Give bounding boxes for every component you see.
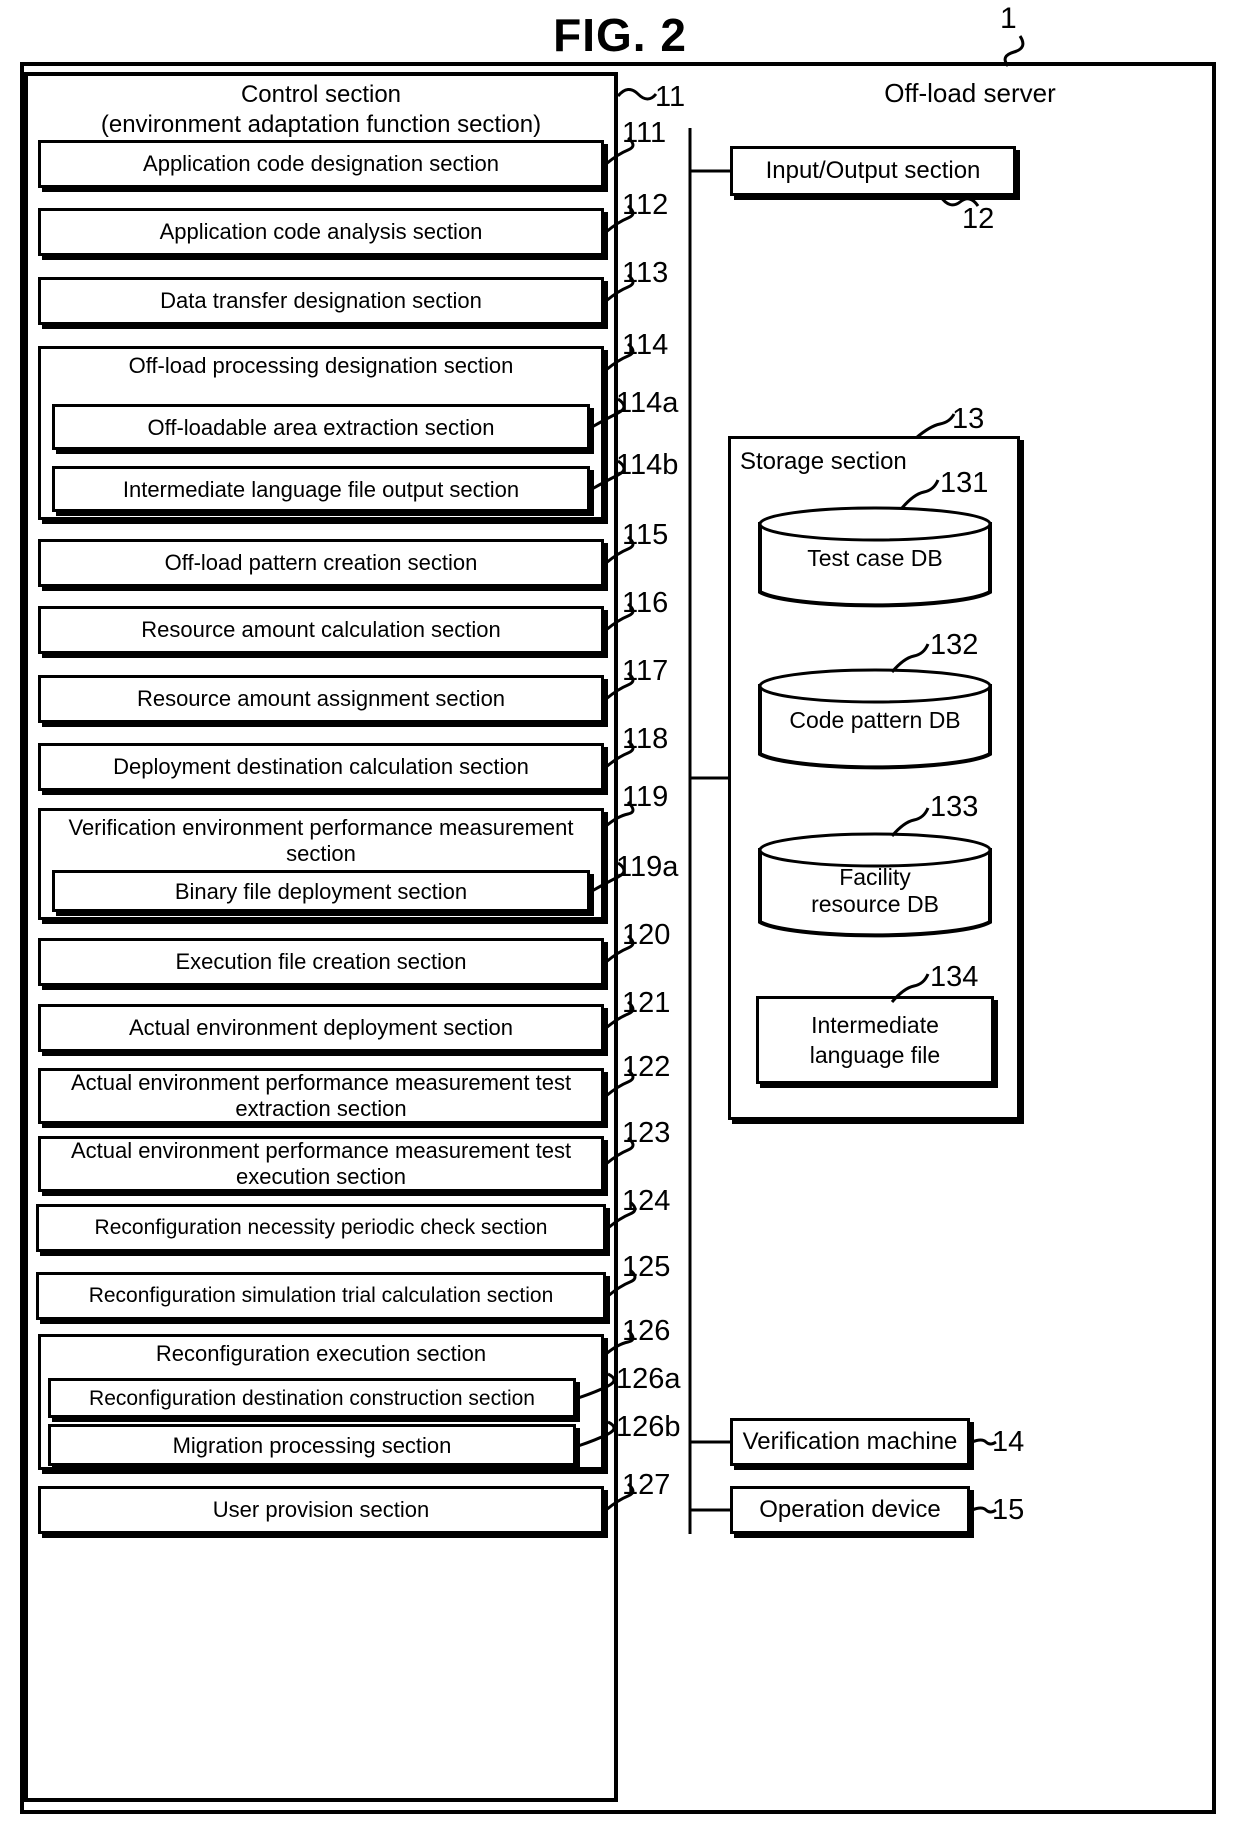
module-intermediate-language-file-output[interactable]: Intermediate language file output sectio… bbox=[52, 466, 590, 512]
verification-machine-box[interactable]: Verification machine bbox=[730, 1418, 970, 1466]
ref-number-1: 1 bbox=[1000, 2, 1017, 35]
control-section-title-line1: Control section bbox=[240, 81, 402, 108]
ref-number-133: 133 bbox=[930, 791, 979, 823]
module-label: Off-loadable area extraction section bbox=[147, 414, 495, 440]
ref-number-120: 120 bbox=[622, 919, 671, 951]
ref-number-13: 13 bbox=[952, 403, 985, 435]
module-application-code-designation[interactable]: Application code designation section bbox=[38, 140, 604, 188]
control-section-title: Control section (environment adaptation … bbox=[28, 80, 614, 140]
module-label: Resource amount assignment section bbox=[136, 686, 506, 711]
ref-number-114: 114 bbox=[622, 329, 669, 361]
ref-number-118: 118 bbox=[622, 723, 669, 755]
ref-number-126b: 126b bbox=[616, 1411, 681, 1443]
input-output-section-label: Input/Output section bbox=[765, 157, 981, 184]
db-test-case[interactable]: Test case DB bbox=[756, 504, 994, 612]
module-data-transfer-designation[interactable]: Data transfer designation section bbox=[38, 277, 604, 325]
db-label: Facility resource DB bbox=[811, 864, 939, 917]
module-migration-processing[interactable]: Migration processing section bbox=[48, 1424, 576, 1466]
module-resource-amount-calculation[interactable]: Resource amount calculation section bbox=[38, 606, 604, 654]
ref-number-126a: 126a bbox=[616, 1363, 681, 1395]
module-application-code-analysis[interactable]: Application code analysis section bbox=[38, 208, 604, 256]
module-label: Off-load pattern creation section bbox=[164, 550, 478, 575]
db-label: Test case DB bbox=[807, 544, 943, 571]
ref-number-111: 111 bbox=[622, 117, 667, 149]
db-facility-resource[interactable]: Facility resource DB bbox=[756, 830, 994, 942]
ref-number-12: 12 bbox=[962, 203, 995, 235]
db-label: Code pattern DB bbox=[789, 706, 961, 733]
module-off-load-pattern-creation[interactable]: Off-load pattern creation section bbox=[38, 539, 604, 587]
figure-title: FIG. 2 bbox=[553, 9, 687, 61]
module-label: Data transfer designation section bbox=[160, 288, 482, 313]
operation-device-label: Operation device bbox=[759, 1496, 941, 1523]
module-label: Off-load processing designation section bbox=[128, 353, 514, 378]
ref-number-123: 123 bbox=[622, 1117, 671, 1149]
module-reconfiguration-simulation-trial-calculation[interactable]: Reconfiguration simulation trial calcula… bbox=[36, 1272, 606, 1320]
module-reconfiguration-destination-construction[interactable]: Reconfiguration destination construction… bbox=[48, 1378, 576, 1418]
module-deployment-destination-calculation[interactable]: Deployment destination calculation secti… bbox=[38, 743, 604, 791]
ref-number-14: 14 bbox=[992, 1426, 1025, 1458]
module-label: Reconfiguration destination construction… bbox=[89, 1386, 535, 1410]
module-label: Execution file creation section bbox=[175, 949, 467, 974]
module-label: Verification environment performance mea… bbox=[68, 815, 574, 866]
module-resource-amount-assignment[interactable]: Resource amount assignment section bbox=[38, 675, 604, 723]
ref-number-11: 11 bbox=[655, 81, 686, 113]
ref-number-115: 115 bbox=[622, 519, 669, 551]
module-execution-file-creation[interactable]: Execution file creation section bbox=[38, 938, 604, 986]
module-label: Application code designation section bbox=[143, 151, 499, 176]
ref-number-114a: 114a bbox=[616, 387, 679, 419]
storage-section-title: Storage section bbox=[740, 448, 907, 475]
module-label: Reconfiguration execution section bbox=[155, 1341, 487, 1366]
module-user-provision[interactable]: User provision section bbox=[38, 1486, 604, 1534]
file-label: Intermediate language file bbox=[809, 1012, 941, 1068]
ref-number-112: 112 bbox=[622, 189, 669, 221]
ref-number-124: 124 bbox=[622, 1185, 671, 1217]
ref-number-117: 117 bbox=[622, 655, 669, 687]
ref-number-119a: 119a bbox=[616, 851, 679, 883]
ref-number-127: 127 bbox=[622, 1469, 671, 1501]
module-label: Binary file deployment section bbox=[174, 878, 468, 904]
module-label: Reconfiguration simulation trial calcula… bbox=[88, 1284, 554, 1307]
ref-number-119: 119 bbox=[622, 781, 669, 813]
verification-machine-label: Verification machine bbox=[742, 1428, 958, 1455]
module-label: Migration processing section bbox=[172, 1432, 452, 1458]
control-section-title-line2: (environment adaptation function section… bbox=[100, 111, 542, 138]
module-label: Resource amount calculation section bbox=[141, 617, 501, 642]
off-load-server-label: Off-load server bbox=[884, 78, 1056, 108]
module-label: Reconfiguration necessity periodic check… bbox=[94, 1216, 548, 1239]
ref-number-116: 116 bbox=[622, 587, 669, 619]
module-label: Application code analysis section bbox=[159, 219, 483, 244]
input-output-section-box[interactable]: Input/Output section bbox=[730, 146, 1016, 196]
ref-number-125: 125 bbox=[622, 1251, 671, 1283]
operation-device-box[interactable]: Operation device bbox=[730, 1486, 970, 1534]
file-intermediate-language[interactable]: Intermediate language file bbox=[756, 996, 994, 1084]
module-label: Deployment destination calculation secti… bbox=[113, 754, 529, 779]
ref-number-126: 126 bbox=[622, 1315, 671, 1347]
module-off-loadable-area-extraction[interactable]: Off-loadable area extraction section bbox=[52, 404, 590, 450]
db-code-pattern[interactable]: Code pattern DB bbox=[756, 666, 994, 774]
ref-number-134: 134 bbox=[930, 961, 979, 993]
module-actual-environment-deployment[interactable]: Actual environment deployment section bbox=[38, 1004, 604, 1052]
module-label: Actual environment performance measureme… bbox=[70, 1138, 572, 1189]
ref-number-131: 131 bbox=[940, 467, 989, 499]
ref-number-113: 113 bbox=[622, 257, 669, 289]
module-actual-environment-performance-measurement-test-extraction[interactable]: Actual environment performance measureme… bbox=[38, 1068, 604, 1124]
module-actual-environment-performance-measurement-test-execution[interactable]: Actual environment performance measureme… bbox=[38, 1136, 604, 1192]
module-label: Actual environment deployment section bbox=[129, 1015, 513, 1040]
ref-number-121: 121 bbox=[622, 987, 671, 1019]
module-label: User provision section bbox=[212, 1497, 430, 1522]
module-reconfiguration-necessity-periodic-check[interactable]: Reconfiguration necessity periodic check… bbox=[36, 1204, 606, 1252]
ref-number-15: 15 bbox=[992, 1494, 1025, 1526]
module-label: Actual environment performance measureme… bbox=[70, 1070, 572, 1121]
ref-number-122: 122 bbox=[622, 1051, 671, 1083]
module-label: Intermediate language file output sectio… bbox=[122, 476, 520, 502]
control-section-box bbox=[24, 72, 618, 1802]
module-binary-file-deployment[interactable]: Binary file deployment section bbox=[52, 870, 590, 912]
ref-number-132: 132 bbox=[930, 629, 979, 661]
ref-number-114b: 114b bbox=[616, 449, 679, 481]
